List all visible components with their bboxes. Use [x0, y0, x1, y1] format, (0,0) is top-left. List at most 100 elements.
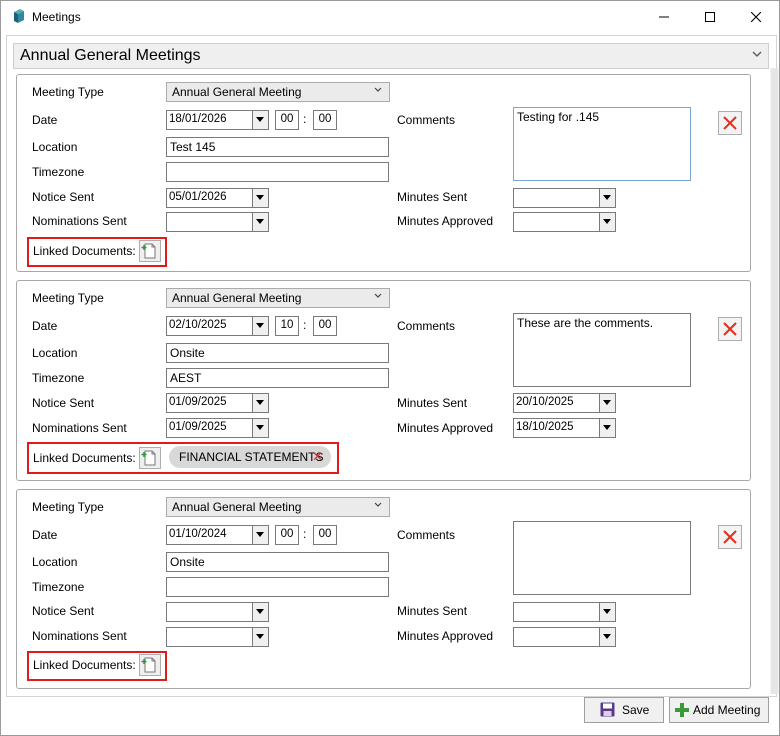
minute-value: 00 — [318, 319, 332, 331]
minute-value: 00 — [318, 528, 332, 540]
minutes-sent-dropdown-button[interactable] — [599, 603, 615, 621]
date-picker[interactable]: 02/10/2025 — [166, 316, 269, 336]
minutes-approved-picker[interactable] — [513, 212, 616, 232]
chevron-down-icon — [752, 51, 762, 57]
delete-meeting-button[interactable] — [718, 525, 742, 549]
delete-x-icon — [723, 530, 737, 544]
nominations-sent-picker[interactable] — [166, 627, 269, 647]
notice-sent-dropdown-button[interactable] — [252, 189, 268, 207]
minute-input[interactable]: 00 — [313, 316, 337, 336]
close-button[interactable] — [733, 1, 779, 32]
chevron-down-icon — [374, 502, 382, 507]
linked-documents-label: Linked Documents: — [33, 451, 136, 465]
document-icon — [141, 243, 156, 259]
timezone-input[interactable] — [166, 162, 389, 182]
add-meeting-button[interactable]: Add Meeting — [669, 697, 769, 723]
minutes-approved-picker[interactable] — [513, 627, 616, 647]
nominations-sent-label: Nominations Sent — [32, 629, 127, 643]
chevron-down-icon — [374, 293, 382, 298]
notice-sent-value: 01/09/2025 — [169, 396, 227, 408]
notice-sent-picker[interactable]: 01/09/2025 — [166, 393, 269, 413]
delete-meeting-button[interactable] — [718, 111, 742, 135]
minimize-button[interactable] — [641, 1, 687, 32]
minutes-sent-picker[interactable] — [513, 188, 616, 208]
group-header[interactable]: Annual General Meetings — [13, 43, 769, 69]
minute-input[interactable]: 00 — [313, 110, 337, 130]
dropdown-arrow-icon — [256, 195, 264, 200]
maximize-button[interactable] — [687, 1, 733, 32]
date-dropdown-button[interactable] — [252, 111, 268, 129]
notice-sent-dropdown-button[interactable] — [252, 603, 268, 621]
minimize-icon — [659, 16, 669, 17]
nominations-sent-dropdown-button[interactable] — [252, 628, 268, 646]
minutes-approved-dropdown-button[interactable] — [599, 213, 615, 231]
minutes-sent-dropdown-button[interactable] — [599, 394, 615, 412]
dropdown-arrow-icon — [256, 634, 264, 639]
minutes-sent-picker[interactable]: 20/10/2025 — [513, 393, 616, 413]
location-input[interactable]: Onsite — [166, 343, 389, 363]
notice-sent-picker[interactable] — [166, 602, 269, 622]
minutes-sent-dropdown-button[interactable] — [599, 189, 615, 207]
timezone-input[interactable] — [166, 577, 389, 597]
hour-input[interactable]: 00 — [275, 110, 299, 130]
linked-documents-label: Linked Documents: — [33, 658, 136, 672]
comments-input[interactable]: These are the comments. — [513, 313, 691, 387]
date-dropdown-button[interactable] — [252, 526, 268, 544]
delete-meeting-button[interactable] — [718, 317, 742, 341]
hour-input[interactable]: 00 — [275, 525, 299, 545]
hour-value: 00 — [280, 528, 294, 540]
meeting-type-select[interactable]: Annual General Meeting — [166, 497, 390, 517]
nominations-sent-picker[interactable]: 01/09/2025 — [166, 418, 269, 438]
date-value: 02/10/2025 — [169, 319, 227, 331]
time-separator: : — [303, 318, 307, 332]
nominations-sent-picker[interactable] — [166, 212, 269, 232]
minute-input[interactable]: 00 — [313, 525, 337, 545]
add-meeting-label: Add Meeting — [693, 703, 761, 717]
document-chip[interactable]: FINANCIAL STATEMENTS ✕ — [169, 446, 331, 468]
nominations-sent-dropdown-button[interactable] — [252, 213, 268, 231]
document-chip-label: FINANCIAL STATEMENTS — [179, 450, 324, 464]
minutes-sent-picker[interactable] — [513, 602, 616, 622]
plus-icon — [675, 703, 689, 717]
location-value: Test 145 — [170, 140, 216, 154]
minutes-approved-dropdown-button[interactable] — [599, 419, 615, 437]
date-dropdown-button[interactable] — [252, 317, 268, 335]
meeting-type-select[interactable]: Annual General Meeting — [166, 82, 390, 102]
minutes-approved-picker[interactable]: 18/10/2025 — [513, 418, 616, 438]
meeting-type-value: Annual General Meeting — [172, 500, 302, 514]
save-button[interactable]: Save — [584, 697, 664, 723]
nominations-sent-dropdown-button[interactable] — [252, 419, 268, 437]
meeting-panel: Meeting Type Annual General Meeting Date… — [16, 489, 751, 689]
date-picker[interactable]: 01/10/2024 — [166, 525, 269, 545]
dropdown-arrow-icon — [603, 400, 611, 405]
location-input[interactable]: Test 145 — [166, 137, 389, 157]
meeting-type-value: Annual General Meeting — [172, 85, 302, 99]
date-value: 01/10/2024 — [169, 528, 227, 540]
add-document-button[interactable] — [139, 240, 161, 262]
title-bar: Meetings — [1, 1, 779, 32]
minutes-approved-dropdown-button[interactable] — [599, 628, 615, 646]
add-document-button[interactable] — [139, 447, 161, 469]
minutes-approved-label: Minutes Approved — [397, 214, 494, 228]
timezone-input[interactable]: AEST — [166, 368, 389, 388]
remove-document-icon[interactable]: ✕ — [312, 449, 323, 465]
linked-documents-group: Linked Documents: — [27, 651, 167, 681]
add-document-button[interactable] — [139, 654, 161, 676]
meeting-type-label: Meeting Type — [32, 85, 104, 99]
hour-value: 00 — [280, 113, 294, 125]
floppy-disk-icon — [600, 702, 615, 717]
notice-sent-dropdown-button[interactable] — [252, 394, 268, 412]
comments-input[interactable] — [513, 521, 691, 595]
comments-value: Testing for .145 — [517, 110, 600, 124]
date-picker[interactable]: 18/01/2026 — [166, 110, 269, 130]
hour-input[interactable]: 10 — [275, 316, 299, 336]
maximize-icon — [705, 11, 715, 22]
notice-sent-value: 05/01/2026 — [169, 191, 227, 203]
dropdown-arrow-icon — [256, 117, 264, 122]
scrollbar-thumb[interactable] — [771, 68, 778, 694]
vertical-scrollbar[interactable] — [770, 68, 779, 694]
meeting-type-select[interactable]: Annual General Meeting — [166, 288, 390, 308]
location-input[interactable]: Onsite — [166, 552, 389, 572]
comments-input[interactable]: Testing for .145 — [513, 107, 691, 181]
notice-sent-picker[interactable]: 05/01/2026 — [166, 188, 269, 208]
